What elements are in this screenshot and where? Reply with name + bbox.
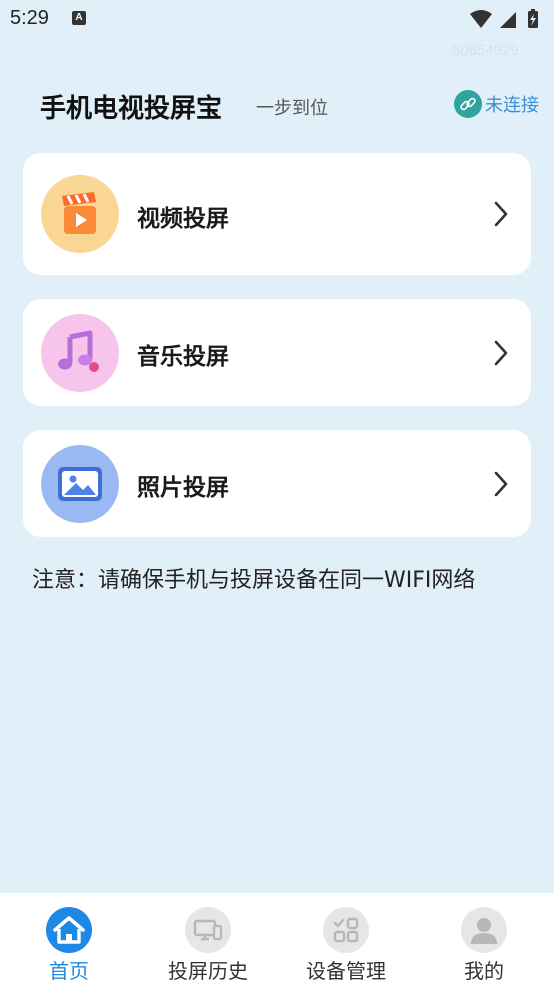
signal-icon [500, 12, 516, 28]
music-note-icon [41, 314, 119, 392]
wifi-notice: 注意：请确保手机与投屏设备在同一WIFI网络 [32, 568, 476, 593]
photo-cast-label: 照片投屏 [137, 475, 229, 501]
video-cast-card[interactable]: 视频投屏 [23, 153, 531, 275]
link-icon [454, 90, 482, 118]
status-bar: 5:29 A [0, 0, 554, 40]
tab-profile[interactable]: 我的 [419, 907, 549, 984]
chevron-right-icon [494, 340, 508, 366]
chevron-right-icon [494, 201, 508, 227]
tab-home-label: 首页 [49, 959, 89, 983]
home-icon [46, 907, 92, 953]
tab-cast-history[interactable]: 投屏历史 [143, 907, 273, 984]
photo-icon [41, 445, 119, 523]
tab-cast-history-label: 投屏历史 [168, 959, 248, 983]
tab-profile-label: 我的 [464, 959, 504, 983]
notification-icon: A [72, 11, 86, 25]
app-subtitle: 一步到位 [256, 98, 328, 119]
header: 手机电视投屏宝 一步到位 未连接 [0, 80, 554, 130]
photo-cast-card[interactable]: 照片投屏 [23, 430, 531, 537]
app-title: 手机电视投屏宝 [40, 94, 223, 124]
wifi-icon [470, 10, 492, 28]
status-icons [470, 9, 538, 28]
tab-device-management[interactable]: 设备管理 [281, 907, 411, 984]
connection-status-button[interactable]: 未连接 [454, 90, 539, 118]
user-icon [461, 907, 507, 953]
watermark: 50854929 [452, 42, 519, 59]
tab-device-management-label: 设备管理 [306, 959, 386, 983]
devices-icon [185, 907, 231, 953]
tab-home[interactable]: 首页 [4, 907, 134, 984]
grid-check-icon [323, 907, 369, 953]
status-time: 5:29 [10, 7, 49, 29]
connection-status-label: 未连接 [485, 95, 539, 116]
video-clapper-icon [41, 175, 119, 253]
bottom-tab-bar: 首页 投屏历史 设备管理 我的 [0, 893, 554, 984]
chevron-right-icon [494, 471, 508, 497]
music-cast-card[interactable]: 音乐投屏 [23, 299, 531, 406]
music-cast-label: 音乐投屏 [137, 344, 229, 370]
video-cast-label: 视频投屏 [137, 206, 229, 232]
